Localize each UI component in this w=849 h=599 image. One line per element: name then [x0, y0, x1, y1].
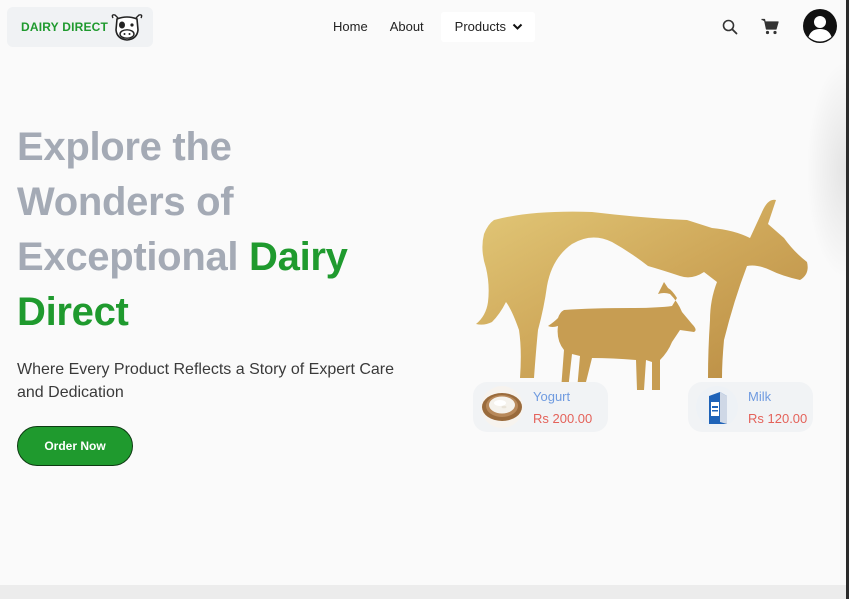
product-name: Milk: [748, 388, 772, 404]
brand-name: DAIRY DIRECT: [21, 20, 109, 34]
product-card-milk[interactable]: Milk Rs 120.00: [688, 382, 813, 432]
main-nav: Home About Products: [322, 12, 535, 42]
page-bottom-strip: [0, 585, 849, 599]
hero-title-accent: Direct: [17, 290, 129, 334]
cow-goat-illustration: [472, 190, 817, 400]
product-info: Yogurt Rs 200.00: [533, 389, 592, 426]
product-name: Yogurt: [533, 388, 571, 404]
hero-title: Explore the Wonders of Exceptional Dairy…: [17, 120, 437, 340]
order-now-button[interactable]: Order Now: [17, 426, 133, 466]
chevron-down-icon: [512, 12, 523, 42]
hero-title-line: Explore the: [17, 125, 232, 169]
milk-carton-image: [696, 386, 738, 428]
search-icon[interactable]: [722, 19, 738, 40]
product-price: Rs 120.00: [748, 410, 808, 426]
yogurt-bowl-image: [481, 386, 523, 428]
nav-home[interactable]: Home: [322, 12, 379, 42]
user-avatar-icon[interactable]: [803, 9, 837, 43]
hero-title-line: Exceptional Dairy: [17, 230, 437, 285]
product-info: Milk Rs 120.00: [748, 389, 807, 426]
nav-products-dropdown[interactable]: Products: [440, 12, 535, 42]
hero-subtitle: Where Every Product Reflects a Story of …: [17, 361, 395, 401]
cart-icon[interactable]: [761, 18, 779, 40]
product-card-yogurt[interactable]: Yogurt Rs 200.00: [473, 382, 608, 432]
hero-title-accent: Dairy: [249, 235, 348, 279]
cow-icon: [109, 12, 145, 49]
nav-products-label: Products: [454, 19, 506, 34]
product-price: Rs 200.00: [533, 410, 593, 426]
nav-about[interactable]: About: [379, 12, 435, 42]
hero-title-line: Wonders of: [17, 180, 234, 224]
hero-title-text: Exceptional: [17, 235, 239, 279]
brand-logo[interactable]: DAIRY DIRECT: [7, 7, 153, 47]
